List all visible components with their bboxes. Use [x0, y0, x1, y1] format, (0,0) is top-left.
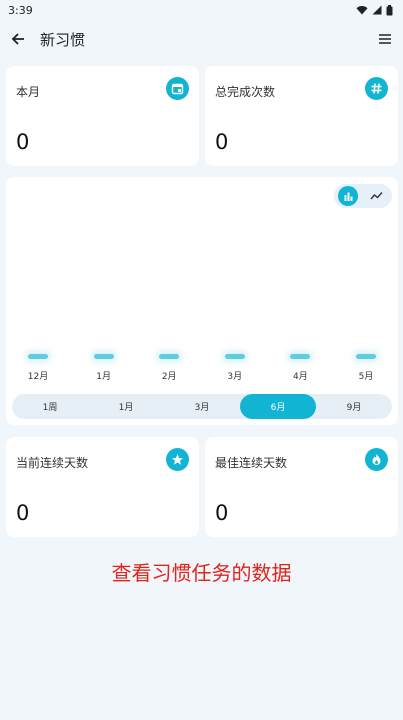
- chart-card: 12月 1月 2月 3月 4月 5月 1周 1月 3月 6月 9月: [6, 177, 398, 425]
- chart-tick-label: 4月: [293, 372, 308, 382]
- chart-bar-group: 3月: [215, 354, 255, 382]
- app-bar: 新习惯: [0, 22, 403, 56]
- menu-button[interactable]: [375, 29, 395, 49]
- chart-bar: [224, 354, 245, 359]
- star-icon: [166, 448, 189, 471]
- chart-type-toggle: [334, 184, 392, 208]
- cellular-icon: [372, 5, 382, 15]
- bar-chart-icon: [344, 192, 352, 201]
- chart-bar: [93, 354, 114, 359]
- bar-chart-toggle[interactable]: [338, 186, 358, 206]
- chart-bar-group: 5月: [346, 354, 386, 382]
- chart-bar-group: 4月: [280, 354, 320, 382]
- stat-card-current-streak: 当前连续天数 0: [6, 437, 199, 537]
- hash-icon: [365, 77, 388, 100]
- chart-bar: [356, 354, 376, 359]
- menu-icon: [379, 34, 391, 44]
- range-option-9m[interactable]: 9月: [316, 394, 392, 419]
- calendar-icon: [166, 77, 189, 100]
- wifi-icon: [356, 6, 368, 15]
- chart-bar: [159, 354, 180, 359]
- range-option-1m[interactable]: 1月: [88, 394, 164, 419]
- stat-value: 0: [215, 501, 229, 525]
- range-option-6m[interactable]: 6月: [240, 394, 316, 419]
- stat-card-this-month: 本月 0: [6, 66, 199, 166]
- chart-tick-label: 3月: [227, 372, 243, 382]
- stat-label: 本月: [16, 85, 41, 99]
- chart-tick-label: 2月: [161, 372, 177, 382]
- chart-bar: [290, 354, 311, 359]
- stat-value: 0: [16, 130, 30, 154]
- range-option-1w[interactable]: 1周: [12, 394, 88, 419]
- battery-icon: [386, 4, 393, 15]
- chart-tick-label: 5月: [358, 372, 374, 382]
- chart-bar-group: 12月: [18, 354, 58, 382]
- stat-label: 总完成次数: [215, 85, 276, 99]
- status-bar: 3:39: [0, 0, 403, 20]
- line-chart-icon: [369, 192, 383, 200]
- chart-bar-group: 2月: [149, 354, 189, 382]
- chart-bar-group: 1月: [84, 354, 124, 382]
- stat-card-total-completions: 总完成次数 0: [205, 66, 398, 166]
- back-button[interactable]: [8, 29, 28, 49]
- promo-caption: 查看习惯任务的数据: [111, 561, 292, 585]
- chart-bar: [28, 354, 48, 359]
- page-title: 新习惯: [40, 30, 86, 49]
- arrow-left-icon: [11, 33, 24, 45]
- line-chart-toggle[interactable]: [364, 186, 388, 206]
- chart-tick-label: 12月: [27, 372, 49, 382]
- stat-value: 0: [215, 130, 229, 154]
- range-selector: 1周 1月 3月 6月 9月: [12, 394, 392, 419]
- stat-value: 0: [16, 501, 30, 525]
- range-option-3m[interactable]: 3月: [164, 394, 240, 419]
- chart-tick-label: 1月: [96, 372, 111, 382]
- status-time: 3:39: [8, 3, 33, 17]
- status-icons: [356, 4, 393, 16]
- stat-card-best-streak: 最佳连续天数 0: [205, 437, 398, 537]
- stat-label: 最佳连续天数: [215, 456, 288, 470]
- stat-label: 当前连续天数: [16, 456, 89, 470]
- fire-icon: [365, 448, 388, 471]
